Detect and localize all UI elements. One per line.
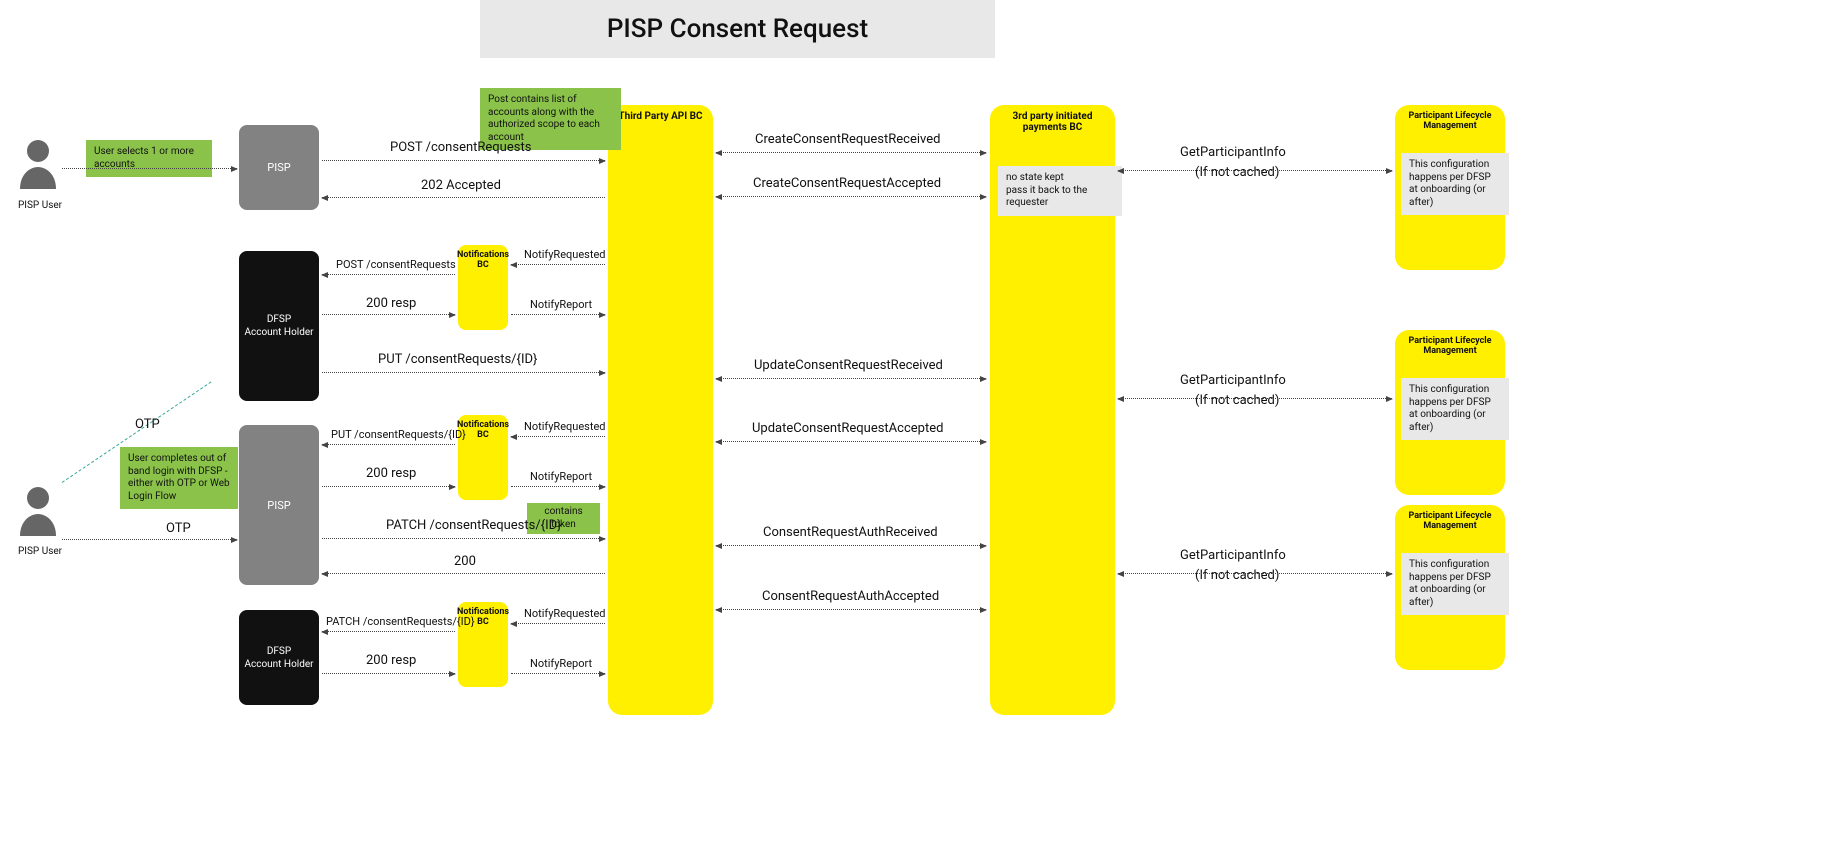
note-out-of-band: User completes out of band login with DF… bbox=[120, 447, 238, 509]
arrow bbox=[322, 673, 455, 674]
arrow bbox=[322, 314, 455, 315]
note-config: This configuration happens per DFSP at o… bbox=[1401, 153, 1509, 215]
arrow bbox=[1118, 170, 1392, 171]
lane-label: 3rd party initiated payments BC bbox=[990, 111, 1115, 133]
msg: POST /consentRequests bbox=[390, 140, 531, 155]
msg: (If not cached) bbox=[1195, 165, 1279, 180]
diagram-canvas: PISP Consent Request Third Party API BC … bbox=[0, 0, 1827, 846]
msg: (If not cached) bbox=[1195, 568, 1279, 583]
lane-label: Third Party API BC bbox=[608, 111, 713, 122]
msg: CreateConsentRequestAccepted bbox=[753, 176, 941, 191]
arrow bbox=[322, 372, 605, 373]
page-title: PISP Consent Request bbox=[480, 0, 995, 58]
msg: 202 Accepted bbox=[421, 178, 501, 193]
msg: CreateConsentRequestReceived bbox=[755, 132, 940, 147]
arrow bbox=[62, 539, 237, 540]
arrow bbox=[716, 545, 986, 546]
msg: GetParticipantInfo bbox=[1180, 145, 1286, 160]
msg: PUT /consentRequests/{ID} bbox=[331, 428, 466, 441]
arrow bbox=[511, 486, 605, 487]
arrow bbox=[511, 264, 605, 265]
arrow bbox=[322, 486, 455, 487]
note-select-accounts: User selects 1 or more accounts bbox=[86, 140, 212, 177]
arrow bbox=[322, 631, 455, 632]
lane-label: Participant Lifecycle Management bbox=[1395, 511, 1505, 531]
arrow bbox=[716, 196, 986, 197]
box-dfsp: DFSP Account Holder bbox=[239, 610, 319, 705]
actor-label: PISP User bbox=[10, 200, 70, 211]
msg: PATCH /consentRequests/{ID} bbox=[326, 615, 475, 628]
msg: NotifyReport bbox=[530, 298, 592, 311]
actor-pisp-user bbox=[18, 137, 58, 192]
arrow bbox=[716, 378, 986, 379]
msg: 200 resp bbox=[366, 466, 416, 481]
msg: NotifyReport bbox=[530, 657, 592, 670]
arrow bbox=[322, 444, 455, 445]
arrow bbox=[511, 623, 605, 624]
lane-label: Participant Lifecycle Management bbox=[1395, 111, 1505, 131]
lane-label: Participant Lifecycle Management bbox=[1395, 336, 1505, 356]
arrow bbox=[716, 609, 986, 610]
otp-label: OTP bbox=[135, 417, 160, 432]
msg: PATCH /consentRequests/{ID} bbox=[386, 518, 562, 533]
msg: NotifyRequested bbox=[524, 607, 606, 620]
msg: PUT /consentRequests/{ID} bbox=[378, 352, 537, 367]
arrow bbox=[1118, 398, 1392, 399]
arrow bbox=[322, 160, 605, 161]
arrow bbox=[322, 197, 605, 198]
msg: ConsentRequestAuthReceived bbox=[763, 525, 938, 540]
user-icon bbox=[18, 484, 58, 536]
arrow bbox=[716, 152, 986, 153]
lane-third-party-api: Third Party API BC bbox=[608, 105, 713, 715]
box-notifications: Notifications BC bbox=[458, 245, 508, 330]
msg: NotifyRequested bbox=[524, 248, 606, 261]
arrow bbox=[511, 673, 605, 674]
user-icon bbox=[18, 137, 58, 189]
msg: GetParticipantInfo bbox=[1180, 548, 1286, 563]
msg: ConsentRequestAuthAccepted bbox=[762, 589, 939, 604]
note-config: This configuration happens per DFSP at o… bbox=[1401, 553, 1509, 615]
msg: POST /consentRequests bbox=[336, 258, 456, 271]
arrow bbox=[511, 436, 605, 437]
arrow bbox=[322, 573, 605, 574]
actor-label: PISP User bbox=[10, 546, 70, 557]
note-no-state: no state kept pass it back to the reques… bbox=[998, 166, 1122, 216]
msg: UpdateConsentRequestReceived bbox=[754, 358, 943, 373]
msg: NotifyReport bbox=[530, 470, 592, 483]
note-config: This configuration happens per DFSP at o… bbox=[1401, 378, 1509, 440]
msg: 200 resp bbox=[366, 296, 416, 311]
msg: NotifyRequested bbox=[524, 420, 606, 433]
msg: 200 bbox=[454, 554, 476, 569]
arrow bbox=[1118, 573, 1392, 574]
arrow bbox=[716, 441, 986, 442]
otp-label: OTP bbox=[166, 521, 191, 536]
box-pisp: PISP bbox=[239, 425, 319, 585]
msg: 200 resp bbox=[366, 653, 416, 668]
arrow bbox=[511, 314, 605, 315]
msg: (If not cached) bbox=[1195, 393, 1279, 408]
arrow bbox=[322, 538, 605, 539]
msg: UpdateConsentRequestAccepted bbox=[752, 421, 943, 436]
box-dfsp: DFSP Account Holder bbox=[239, 251, 319, 401]
arrow bbox=[322, 274, 455, 275]
arrow bbox=[62, 168, 237, 169]
actor-pisp-user bbox=[18, 484, 58, 539]
box-pisp: PISP bbox=[239, 125, 319, 210]
msg: GetParticipantInfo bbox=[1180, 373, 1286, 388]
